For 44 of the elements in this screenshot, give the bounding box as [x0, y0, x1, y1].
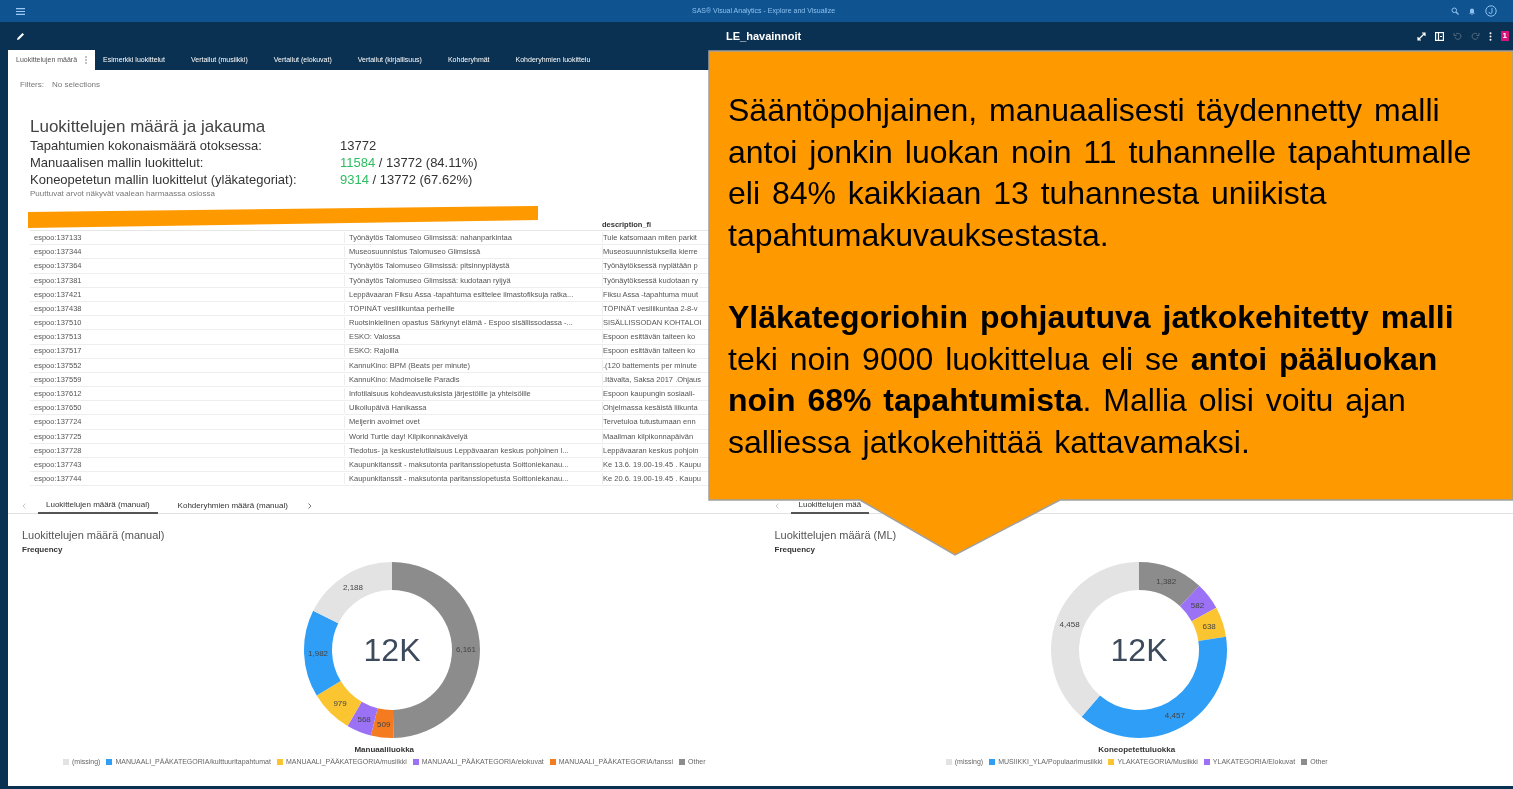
- pencil-icon[interactable]: [16, 31, 25, 41]
- center-value: 12K: [1110, 632, 1168, 668]
- data-label: 6,161: [456, 645, 477, 655]
- bell-icon[interactable]: [1468, 7, 1476, 15]
- data-label: 979: [333, 698, 347, 708]
- data-label: 2,188: [343, 583, 364, 593]
- axis-label: Manuaaliluokka: [354, 744, 415, 756]
- notification-badge[interactable]: 1: [1500, 31, 1509, 41]
- summary-label: Manuaalisen mallin luokittelut:: [30, 154, 205, 171]
- summary-value: 13772: [340, 137, 377, 154]
- user-icon[interactable]: [1485, 5, 1497, 17]
- summary-note: Puuttuvat arvot näkyvät vaalean harmaassa osiossa: [30, 188, 215, 200]
- data-label: 1,382: [1155, 577, 1176, 587]
- report-title: LE_havainnoit: [726, 28, 802, 44]
- data-label: 582: [1190, 600, 1204, 610]
- data-label: 638: [1202, 622, 1216, 632]
- axis-label: Frequency: [774, 544, 815, 556]
- search-icon[interactable]: [1451, 7, 1459, 15]
- data-label: 4,457: [1164, 710, 1185, 720]
- summary-title: Luokittelujen määrä ja jakauma: [30, 117, 266, 137]
- callout-text: Sääntöpohjainen, manuaalisesti täydennetty malli antoi jonkin luokan noin 11 tuhannelle tapahtumalle eli 84% kaikkiaan 13 tuhannesta uniikista tapahtumakuvauksestasta.: [728, 91, 1472, 255]
- panel-icon[interactable]: [1434, 31, 1444, 41]
- menu-icon[interactable]: [16, 7, 25, 15]
- data-label: 568: [357, 714, 372, 724]
- axis-label: Koneopetettuluokka: [1098, 744, 1176, 756]
- summary-value: 11584 / 13772 (84.11%): [340, 154, 478, 171]
- summary-value: 9314 / 13772 (67.62%): [340, 171, 473, 188]
- filters-label: Filters:: [20, 79, 44, 91]
- chart-title: Luokittelujen määrä (manual): [22, 528, 165, 542]
- callout-text: Yläkategoriohin pohjautuva jatkokehitetty malli teki noin 9000 luokittelua eli se antoi pääluokan noin 68% tapahtumista. Mallia olisi voitu ajan salliessa jatkokehittää kattavamaksi.: [728, 298, 1454, 462]
- data-label: 4,458: [1059, 620, 1080, 630]
- filters-value: No selections: [52, 79, 101, 91]
- summary-label: Tapahtumien kokonaismäärä otoksessa:: [30, 137, 263, 154]
- chevron-right-icon[interactable]: [307, 502, 312, 509]
- more-icon[interactable]: [1488, 31, 1492, 41]
- data-label: 1,982: [308, 649, 329, 659]
- chart-title: Luokittelujen määrä (ML): [774, 528, 897, 542]
- expand-icon[interactable]: [1416, 31, 1426, 41]
- center-value: 12K: [363, 632, 421, 668]
- chart-tab[interactable]: Luokittelujen määrä (manual): [38, 497, 158, 514]
- chart-tab[interactable]: Kohderyhmien määrä (manual): [169, 497, 296, 514]
- summary-label: Koneopetetun mallin luokittelut (yläkategoriat):: [30, 171, 298, 188]
- axis-label: Frequency: [22, 544, 63, 556]
- data-label: 509: [377, 719, 391, 729]
